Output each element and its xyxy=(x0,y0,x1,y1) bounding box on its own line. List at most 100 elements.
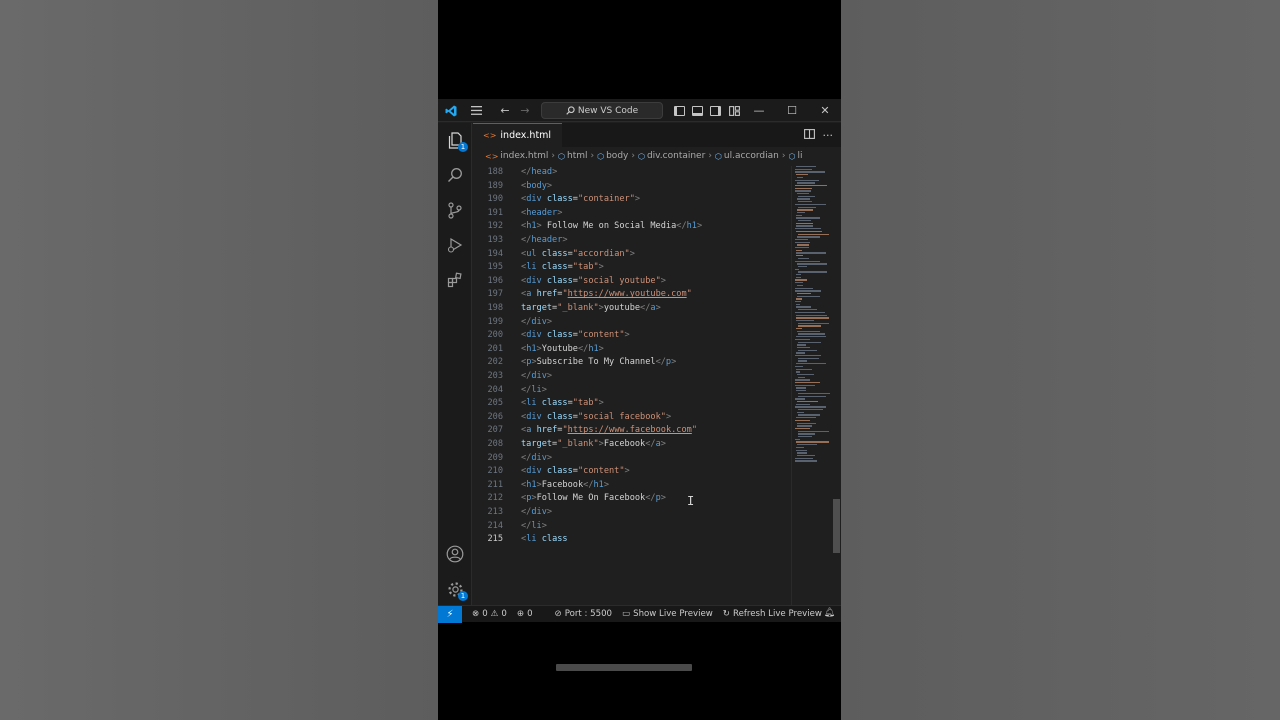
breadcrumb-item[interactable]: ul.accordian xyxy=(724,151,779,161)
minimap-divider xyxy=(791,166,792,606)
background-left xyxy=(0,0,438,720)
minimap-line xyxy=(796,446,804,449)
toggle-primary-sidebar-icon[interactable] xyxy=(672,99,686,122)
code-editor[interactable]: 188 </head> 189 <body> 190 <div class="cont… xyxy=(473,166,791,671)
command-center-search[interactable]: New VS Code xyxy=(541,102,663,119)
minimap-line xyxy=(797,373,814,376)
code-line: 208 target="_blank">Facebook</a> xyxy=(487,439,666,449)
element-icon: ⬡ xyxy=(788,151,796,161)
breadcrumb-item[interactable]: div.container xyxy=(647,151,705,161)
minimap-line xyxy=(797,292,811,295)
minimap-line xyxy=(796,249,802,252)
hamburger-menu-icon[interactable] xyxy=(466,99,486,122)
settings-gear-icon[interactable]: 1 xyxy=(438,574,472,604)
minimap-line xyxy=(795,290,821,292)
minimap-line xyxy=(798,322,829,324)
editor-tabs: <> index.html ··· xyxy=(473,123,841,147)
minimap-line xyxy=(798,433,815,435)
run-debug-icon[interactable] xyxy=(438,230,472,260)
minimap-line xyxy=(795,382,820,384)
code-line: 204 </li> xyxy=(487,384,547,395)
ports-indicator[interactable]: ⊕ 0 xyxy=(517,609,533,619)
minimap-line xyxy=(796,403,810,405)
minimap-line xyxy=(796,255,803,257)
problems-indicator[interactable]: ⊗ 0 ⚠ 0 xyxy=(472,609,507,619)
minimap-line xyxy=(798,257,809,260)
code-line: 199 </div> xyxy=(487,316,553,327)
minimap-line xyxy=(797,236,820,238)
breadcrumb-item[interactable]: html xyxy=(567,151,588,161)
background-right xyxy=(841,0,1280,720)
remote-indicator-icon[interactable]: ⚡ xyxy=(438,605,462,623)
notifications-bell-icon[interactable]: 🔔︎ xyxy=(824,608,835,618)
minimap-line xyxy=(795,247,809,249)
breadcrumb-item[interactable]: body xyxy=(606,151,628,161)
minimap-line xyxy=(796,368,812,370)
tab-index-html[interactable]: <> index.html xyxy=(473,123,562,147)
minimap-line xyxy=(796,174,808,176)
search-icon[interactable] xyxy=(438,160,472,190)
minimap-line xyxy=(797,284,803,287)
minimap-line xyxy=(798,233,829,235)
code-line: 201 <h1>Youtube</h1> xyxy=(487,343,604,354)
html-file-icon: <> xyxy=(483,131,497,140)
breadcrumb-item[interactable]: index.html xyxy=(500,151,548,161)
chevron-right-icon: › xyxy=(551,151,555,161)
more-actions-icon[interactable]: ··· xyxy=(823,129,834,142)
explorer-icon[interactable]: 1 xyxy=(438,125,472,155)
minimap-line xyxy=(797,209,813,211)
element-icon: ⬡ xyxy=(637,151,645,161)
code-line: 190 <div class="container"> xyxy=(487,194,641,205)
minimap-line xyxy=(795,179,819,181)
source-control-icon[interactable] xyxy=(438,195,472,225)
vertical-scrollbar[interactable] xyxy=(833,499,840,553)
show-live-preview[interactable]: ▭ Show Live Preview xyxy=(622,609,713,619)
customize-layout-icon[interactable] xyxy=(727,99,741,122)
minimap-line xyxy=(797,176,803,179)
forward-arrow-icon[interactable]: → xyxy=(517,99,533,122)
split-editor-icon[interactable] xyxy=(803,128,815,142)
minimap-line xyxy=(795,168,812,171)
code-line: 203 </div> xyxy=(487,371,553,381)
minimap-line xyxy=(798,309,817,311)
explorer-badge: 1 xyxy=(458,142,468,152)
minimap-line xyxy=(795,238,808,241)
extensions-icon[interactable] xyxy=(438,265,472,295)
accounts-icon[interactable] xyxy=(438,539,472,569)
breadcrumb-item[interactable]: li xyxy=(797,151,802,161)
minimap-line xyxy=(798,271,827,273)
minimap-line xyxy=(796,328,802,330)
minimap-line xyxy=(795,438,800,441)
settings-badge: 1 xyxy=(458,591,468,601)
minimap-line xyxy=(798,414,820,416)
code-line: 212 <p>Follow Me On Facebook</p> xyxy=(487,493,666,504)
minimize-button[interactable]: — xyxy=(751,99,767,122)
maximize-button[interactable]: ☐ xyxy=(784,99,800,122)
toggle-panel-icon[interactable] xyxy=(690,99,704,122)
code-line: 214 </li> xyxy=(487,520,547,531)
minimap-line xyxy=(797,211,805,214)
toggle-secondary-sidebar-icon[interactable] xyxy=(708,99,722,122)
minimap-line xyxy=(795,457,813,459)
back-arrow-icon[interactable]: ← xyxy=(497,99,513,122)
live-server-port[interactable]: ⊘ Port : 5500 xyxy=(555,609,612,619)
minimap-line xyxy=(796,336,826,338)
title-bar: ← → New VS Code — ☐ ✕ xyxy=(438,99,841,122)
chevron-right-icon: › xyxy=(708,151,712,161)
minimap-line xyxy=(797,444,817,446)
code-line: 198 target="_blank">youtube</a> xyxy=(487,303,661,313)
minimap-line xyxy=(798,430,829,432)
minimap-line xyxy=(795,398,805,400)
refresh-live-preview[interactable]: ↻ Refresh Live Preview xyxy=(723,609,822,619)
horizontal-scrollbar[interactable] xyxy=(556,664,692,671)
close-button[interactable]: ✕ xyxy=(817,99,833,122)
minimap-line xyxy=(795,338,810,341)
vscode-logo-icon xyxy=(442,99,460,122)
minimap[interactable] xyxy=(793,166,833,496)
minimap-line xyxy=(796,441,829,443)
minimap-line xyxy=(795,241,810,243)
vscode-window: ← → New VS Code — ☐ ✕ 1 1 <> index.html … xyxy=(438,99,841,671)
warning-icon: ⚠ xyxy=(490,609,499,619)
minimap-line xyxy=(796,166,816,168)
code-line: 205 <li class="tab"> xyxy=(487,398,604,409)
